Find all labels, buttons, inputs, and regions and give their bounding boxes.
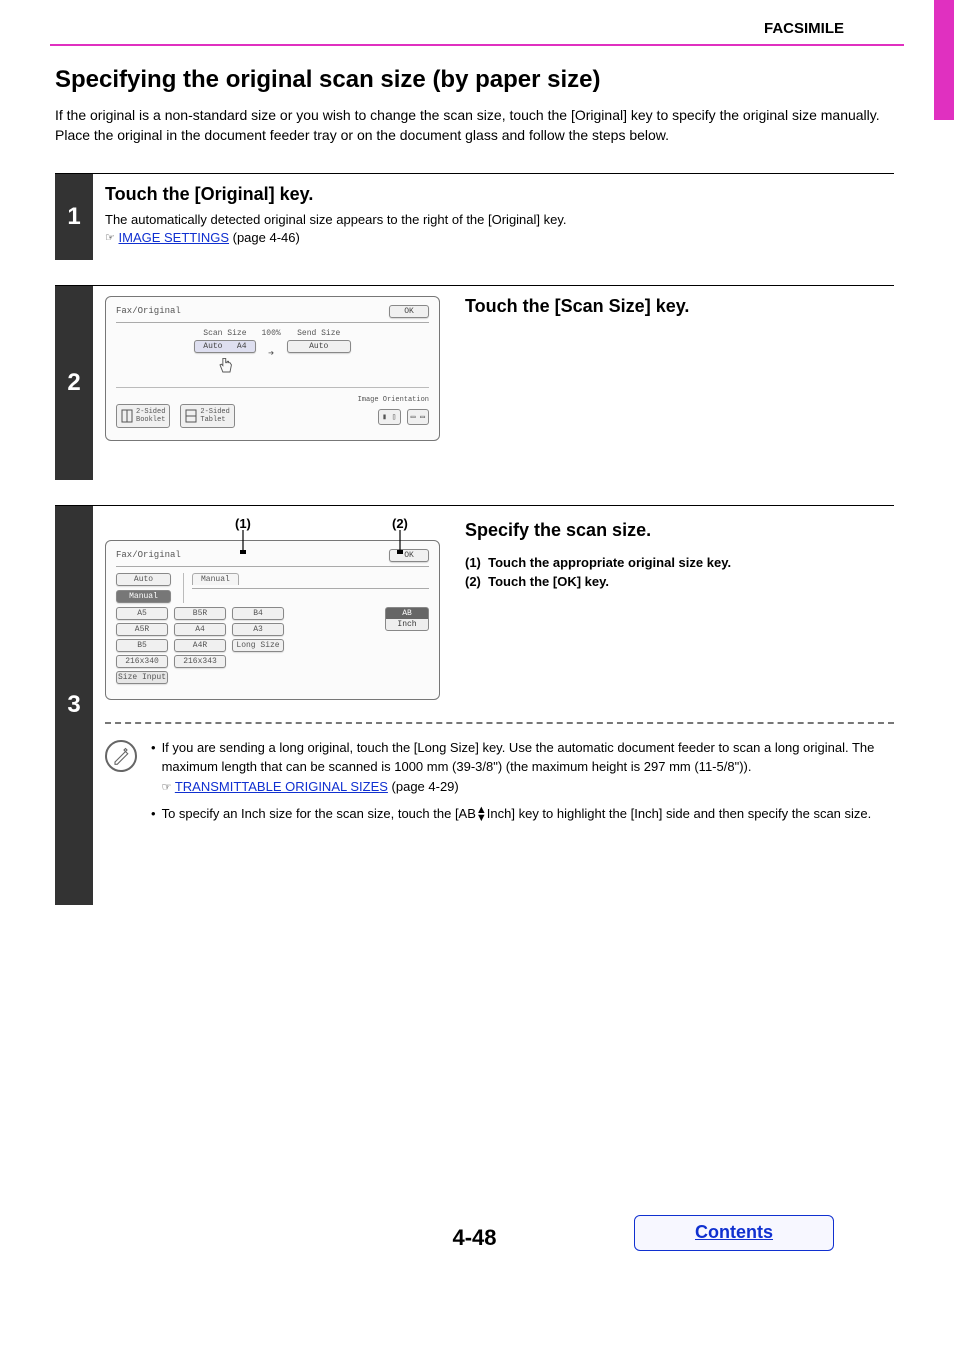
scan-size-label: Scan Size <box>203 329 246 338</box>
pointer-icon: ☞ <box>105 232 115 244</box>
contents-button[interactable]: Contents <box>634 1215 834 1251</box>
size-select-panel: Fax/Original OK Auto Manual Manual <box>105 540 440 700</box>
size-216x340[interactable]: 216x340 <box>116 655 168 668</box>
size-a5[interactable]: A5 <box>116 607 168 620</box>
step-3: 3 (1) (2) <box>55 505 894 905</box>
send-size-label: Send Size <box>297 329 340 338</box>
step3-instr2: (2) Touch the [OK] key. <box>465 573 731 591</box>
callout-row: (1) (2) <box>105 516 440 538</box>
step-number: 1 <box>55 174 93 259</box>
page-title: Specifying the original scan size (by pa… <box>55 66 894 94</box>
step1-heading: Touch the [Original] key. <box>105 184 894 205</box>
step-number: 2 <box>55 286 93 480</box>
fax-original-panel: Fax/Original OK Scan Size Auto A4 100% ➔ <box>105 296 440 441</box>
section-title: FACSIMILE <box>764 20 844 37</box>
size-b5[interactable]: B5 <box>116 639 168 652</box>
auto-button[interactable]: Auto <box>116 573 171 586</box>
callout-1: (1) <box>235 516 251 531</box>
step-1: 1 Touch the [Original] key. The automati… <box>55 173 894 259</box>
size-a4[interactable]: A4 <box>174 623 226 636</box>
panel-title: Fax/Original <box>116 306 181 316</box>
note-icon <box>105 740 137 772</box>
booklet-icon <box>121 409 133 423</box>
step-2: 2 Fax/Original OK Scan Size Auto A4 <box>55 285 894 480</box>
orientation-landscape-button[interactable]: ▭ ▭ <box>407 409 429 425</box>
step1-body-text: The automatically detected original size… <box>105 212 567 227</box>
callout-2: (2) <box>392 516 408 531</box>
step-number: 3 <box>55 506 93 905</box>
step1-link-suffix: (page 4-46) <box>229 230 300 245</box>
two-sided-tablet-button[interactable]: 2-Sided Tablet <box>180 404 234 428</box>
section-color-tab <box>934 0 954 120</box>
size-b4[interactable]: B4 <box>232 607 284 620</box>
scan-size-button[interactable]: Auto A4 <box>194 340 255 353</box>
size-input-button[interactable]: Size Input <box>116 671 168 684</box>
transmittable-sizes-link[interactable]: TRANSMITTABLE ORIGINAL SIZES <box>175 779 388 794</box>
pointer-icon: ☞ <box>162 781 172 793</box>
step1-body: The automatically detected original size… <box>105 211 894 247</box>
arrow-icon: ➔ <box>268 338 274 360</box>
ab-inch-toggle[interactable]: AB Inch <box>385 607 429 631</box>
pct-label: 100% <box>262 329 281 338</box>
send-size-button[interactable]: Auto <box>287 340 351 353</box>
ok-button[interactable]: OK <box>389 305 429 318</box>
image-orientation-label: Image Orientation <box>116 396 429 404</box>
note-2: • To specify an Inch size for the scan s… <box>151 804 894 824</box>
two-sided-booklet-button[interactable]: 2-Sided Booklet <box>116 404 170 428</box>
manual-button[interactable]: Manual <box>116 590 171 603</box>
step3-instr1: (1) Touch the appropriate original size … <box>465 554 731 572</box>
step3-heading: Specify the scan size. <box>465 516 731 545</box>
note-divider <box>105 722 894 724</box>
intro-paragraph: If the original is a non-standard size o… <box>55 106 894 145</box>
size-a4r[interactable]: A4R <box>174 639 226 652</box>
updown-arrow-icon: ▲▼ <box>476 807 487 822</box>
callout-lines <box>105 530 440 554</box>
page-header: FACSIMILE <box>50 0 904 46</box>
hand-cursor-icon <box>216 357 234 377</box>
size-a5r[interactable]: A5R <box>116 623 168 636</box>
note-1: • If you are sending a long original, to… <box>151 738 894 797</box>
manual-tab[interactable]: Manual <box>201 575 230 584</box>
size-a3[interactable]: A3 <box>232 623 284 636</box>
size-216x343[interactable]: 216x343 <box>174 655 226 668</box>
tablet-icon <box>185 409 197 423</box>
size-b5r[interactable]: B5R <box>174 607 226 620</box>
size-long[interactable]: Long Size <box>232 639 284 652</box>
orientation-portrait-button[interactable]: ▮ ▯ <box>378 409 400 425</box>
step2-heading: Touch the [Scan Size] key. <box>465 296 689 317</box>
image-settings-link[interactable]: IMAGE SETTINGS <box>119 230 230 245</box>
